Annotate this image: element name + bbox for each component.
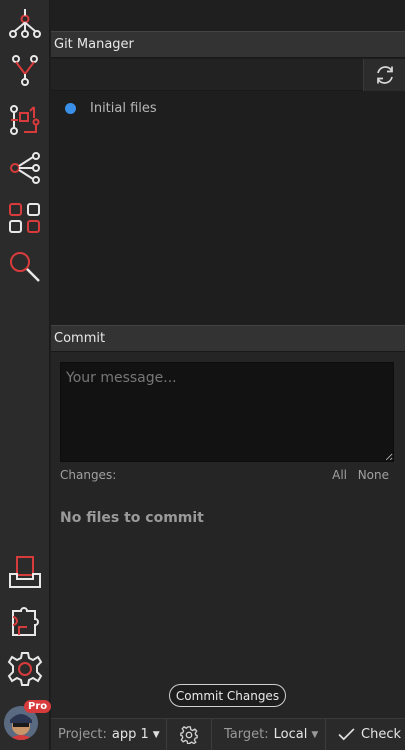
sidebar-item-grid[interactable] <box>0 195 50 241</box>
gear-icon <box>180 725 198 744</box>
status-bar: Project: app 1 ▼ Target: Local ▼ Check <box>51 718 405 750</box>
target-label: Target: <box>224 727 269 742</box>
sidebar-item-pull-requests[interactable] <box>0 97 50 143</box>
check-label: Check <box>361 727 401 742</box>
select-none-button[interactable]: None <box>358 468 389 482</box>
main-panel: Git Manager Initial files Commit Changes… <box>51 0 405 750</box>
commit-message-input[interactable] <box>60 362 394 462</box>
sidebar-item-settings[interactable] <box>0 646 50 692</box>
project-value: app 1 <box>111 727 149 742</box>
commit-dot-icon <box>65 102 76 114</box>
inbox-icon <box>9 556 41 588</box>
git-toolbar <box>51 59 405 91</box>
sidebar-item-hierarchy[interactable] <box>0 0 50 46</box>
sidebar-item-search[interactable] <box>0 244 50 290</box>
sidebar-item-share[interactable] <box>0 145 50 191</box>
sidebar-item-inbox[interactable] <box>0 549 50 595</box>
gear-icon <box>7 652 43 686</box>
project-label: Project: <box>58 727 107 742</box>
project-settings-button[interactable] <box>167 719 212 750</box>
hierarchy-icon <box>9 9 41 38</box>
commit-header: Commit <box>51 325 405 352</box>
commit-label: Initial files <box>90 100 157 116</box>
checkmark-icon <box>338 728 355 741</box>
top-strip <box>51 0 405 31</box>
commit-area: Changes: All None No files to commit Com… <box>51 352 405 718</box>
pro-badge: Pro <box>24 700 52 713</box>
commit-list: Initial files <box>51 92 405 324</box>
refresh-button[interactable] <box>363 59 405 91</box>
empty-state-text: No files to commit <box>60 510 204 526</box>
sidebar: Pro <box>0 0 52 750</box>
search-icon <box>10 252 40 282</box>
select-all-button[interactable]: All <box>332 468 347 482</box>
caret-down-icon: ▼ <box>311 729 319 740</box>
project-selector[interactable]: Project: app 1 ▼ <box>51 719 167 750</box>
commit-changes-button[interactable]: Commit Changes <box>169 684 286 707</box>
pull-request-icon <box>10 105 40 135</box>
caret-down-icon: ▼ <box>152 729 160 740</box>
puzzle-icon <box>12 607 39 636</box>
target-value: Local <box>273 727 308 742</box>
refresh-icon <box>376 66 393 84</box>
changes-label: Changes: <box>60 468 117 482</box>
target-selector[interactable]: Target: Local ▼ <box>212 719 326 750</box>
changes-row: Changes: All None <box>60 468 394 486</box>
sidebar-item-plugins[interactable] <box>0 598 50 644</box>
grid-icon <box>9 203 40 233</box>
sidebar-item-branches[interactable] <box>0 47 50 93</box>
list-item[interactable]: Initial files <box>51 98 405 118</box>
share-nodes-icon <box>10 152 40 184</box>
check-button[interactable]: Check <box>326 719 405 750</box>
git-manager-header: Git Manager <box>51 31 405 58</box>
branch-merge-icon <box>12 55 38 86</box>
